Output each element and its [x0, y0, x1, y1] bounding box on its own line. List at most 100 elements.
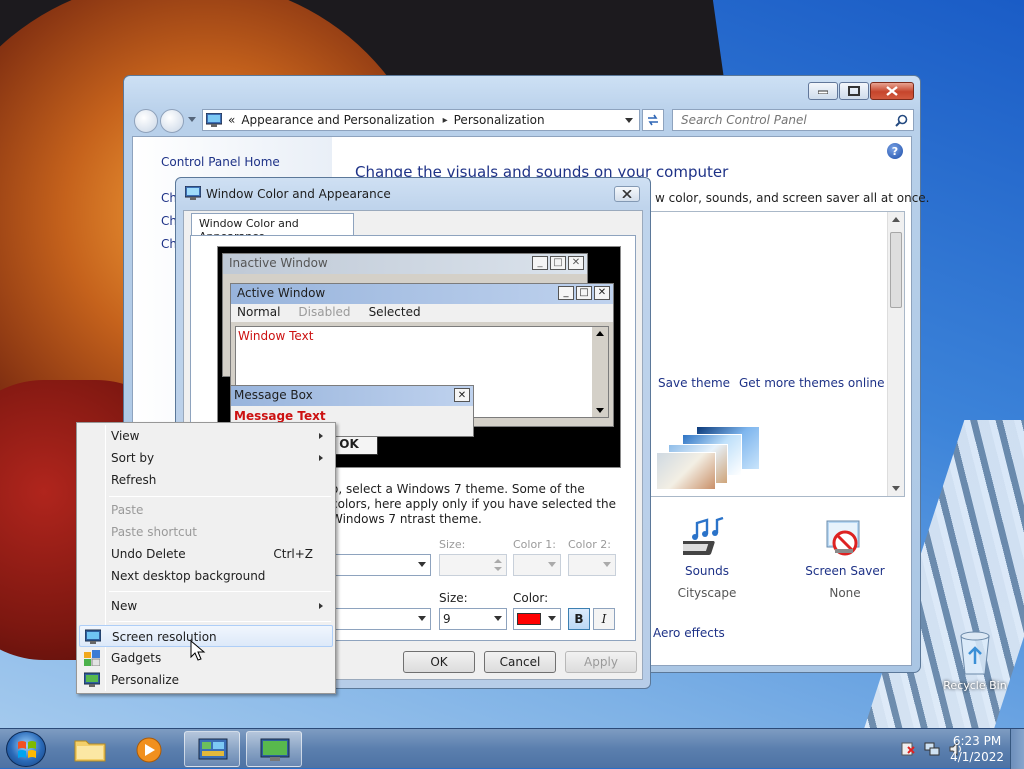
menu-selected[interactable]: Selected: [369, 305, 421, 321]
themes-list[interactable]: Save theme Get more themes online: [633, 211, 905, 497]
spinner-arrows-icon: [494, 559, 502, 571]
windows-logo-icon: [18, 741, 36, 758]
mouse-cursor-icon: [190, 640, 206, 661]
window-caption-buttons: [808, 82, 914, 100]
personalize-icon: [84, 672, 100, 687]
font-color-dropdown[interactable]: [513, 608, 561, 630]
display-icon: [85, 629, 101, 644]
font-color-label: Color:: [513, 591, 549, 605]
themes-scrollbar[interactable]: [887, 212, 904, 496]
preview-scrollbar[interactable]: [592, 327, 608, 417]
recycle-bin[interactable]: Recycle Bin: [940, 630, 1010, 692]
search-icon[interactable]: [895, 114, 908, 127]
size-spinner[interactable]: [439, 554, 507, 576]
window-text: Window Text: [238, 329, 314, 343]
menu-item-paste[interactable]: Paste: [79, 499, 333, 521]
control-panel-home-link[interactable]: Control Panel Home: [161, 155, 280, 169]
menu-normal[interactable]: Normal: [237, 305, 280, 321]
close-icon: ✕: [594, 286, 610, 300]
refresh-button[interactable]: [642, 109, 664, 131]
breadcrumb-personalization[interactable]: Personalization: [454, 113, 545, 127]
color2-label: Color 2:: [568, 538, 611, 551]
search-input[interactable]: [679, 112, 889, 128]
menu-item-view[interactable]: View: [79, 425, 333, 447]
menu-item-personalize[interactable]: Personalize: [79, 669, 333, 691]
forward-button[interactable]: [160, 109, 184, 133]
breadcrumb-appearance[interactable]: Appearance and Personalization: [241, 113, 434, 127]
sounds-item[interactable]: Sounds Cityscape: [657, 516, 757, 600]
personalize-icon: [260, 738, 290, 761]
menu-item-label: View: [111, 429, 140, 443]
apply-button[interactable]: Apply: [565, 651, 637, 673]
help-icon[interactable]: ?: [887, 143, 903, 159]
message-box-title: Message Box: [234, 388, 313, 402]
menu-item-next-background[interactable]: Next desktop background: [79, 565, 333, 587]
taskbar-clock[interactable]: 6:23 PM 4/1/2022: [950, 733, 1004, 765]
menu-item-screen-resolution[interactable]: Screen resolution: [79, 625, 333, 647]
minimize-button[interactable]: [808, 82, 838, 100]
menu-item-undo-delete[interactable]: Undo Delete Ctrl+Z: [79, 543, 333, 565]
start-button[interactable]: [6, 731, 46, 767]
sounds-link[interactable]: Sounds: [657, 564, 757, 578]
clock-time: 6:23 PM: [952, 734, 1002, 748]
screen-saver-value: None: [829, 586, 861, 600]
font-size-dropdown[interactable]: 9: [439, 608, 507, 630]
font-color-swatch: [517, 613, 541, 625]
taskbar-media-player[interactable]: [122, 731, 178, 767]
theme-thumbnail[interactable]: [656, 426, 766, 494]
active-window-title: Active Window: [237, 286, 326, 300]
show-desktop-button[interactable]: [1010, 729, 1024, 769]
tab-window-color[interactable]: Window Color and Appearance: [191, 213, 354, 243]
dialog-close-button[interactable]: [614, 186, 640, 202]
font-size-value: 9: [443, 612, 451, 626]
size-label: Size:: [439, 538, 466, 551]
network-icon[interactable]: [924, 741, 940, 757]
menu-item-paste-shortcut[interactable]: Paste shortcut: [79, 521, 333, 543]
folder-icon: [74, 740, 106, 762]
scrollbar-thumb[interactable]: [890, 232, 902, 308]
color1-dropdown[interactable]: [513, 554, 561, 576]
refresh-icon: [648, 114, 658, 126]
taskbar-personalization[interactable]: [246, 731, 302, 767]
taskbar-control-panel[interactable]: [184, 731, 240, 767]
search-box[interactable]: [672, 109, 914, 131]
minimize-icon: _: [558, 286, 574, 300]
close-button[interactable]: [870, 82, 914, 100]
bold-button[interactable]: B: [568, 608, 590, 630]
screen-saver-item[interactable]: Screen Saver None: [795, 517, 895, 600]
address-dropdown-icon[interactable]: [625, 118, 633, 123]
breadcrumb-separator[interactable]: ▸: [443, 115, 448, 126]
recent-pages-chevron-icon[interactable]: [188, 117, 196, 123]
screen-saver-link[interactable]: Screen Saver: [795, 564, 895, 578]
menu-item-gadgets[interactable]: Gadgets: [79, 647, 333, 669]
clock-date: 4/1/2022: [950, 750, 1004, 764]
scroll-up-icon: [596, 331, 604, 336]
preview-menu-bar: Normal Disabled Selected: [231, 304, 613, 322]
breadcrumb-prefix[interactable]: «: [228, 113, 235, 127]
maximize-icon: □: [576, 286, 592, 300]
taskbar-explorer[interactable]: [62, 731, 118, 767]
minimize-icon: [818, 90, 828, 94]
address-bar[interactable]: « Appearance and Personalization ▸ Perso…: [202, 109, 640, 131]
back-button[interactable]: [134, 109, 158, 133]
menu-item-sort-by[interactable]: Sort by: [79, 447, 333, 469]
menu-disabled[interactable]: Disabled: [298, 305, 350, 321]
maximize-button[interactable]: [839, 82, 869, 100]
italic-button[interactable]: I: [593, 608, 615, 630]
menu-item-new[interactable]: New: [79, 595, 333, 617]
get-more-themes-link[interactable]: Get more themes online: [739, 376, 885, 390]
ok-button[interactable]: OK: [403, 651, 475, 673]
scroll-down-icon[interactable]: [892, 486, 900, 491]
menu-item-refresh[interactable]: Refresh: [79, 469, 333, 491]
control-panel-icon: [206, 113, 222, 127]
action-center-icon[interactable]: [900, 741, 916, 757]
aero-effects-link[interactable]: Aero effects: [653, 626, 725, 640]
color2-dropdown[interactable]: [568, 554, 616, 576]
screen-saver-icon: [826, 520, 860, 556]
cancel-button[interactable]: Cancel: [484, 651, 556, 673]
font-dropdown[interactable]: [331, 608, 431, 630]
item-dropdown[interactable]: [331, 554, 431, 576]
save-theme-link[interactable]: Save theme: [658, 376, 730, 390]
scroll-up-icon[interactable]: [892, 217, 900, 222]
menu-item-label: Refresh: [111, 473, 157, 487]
